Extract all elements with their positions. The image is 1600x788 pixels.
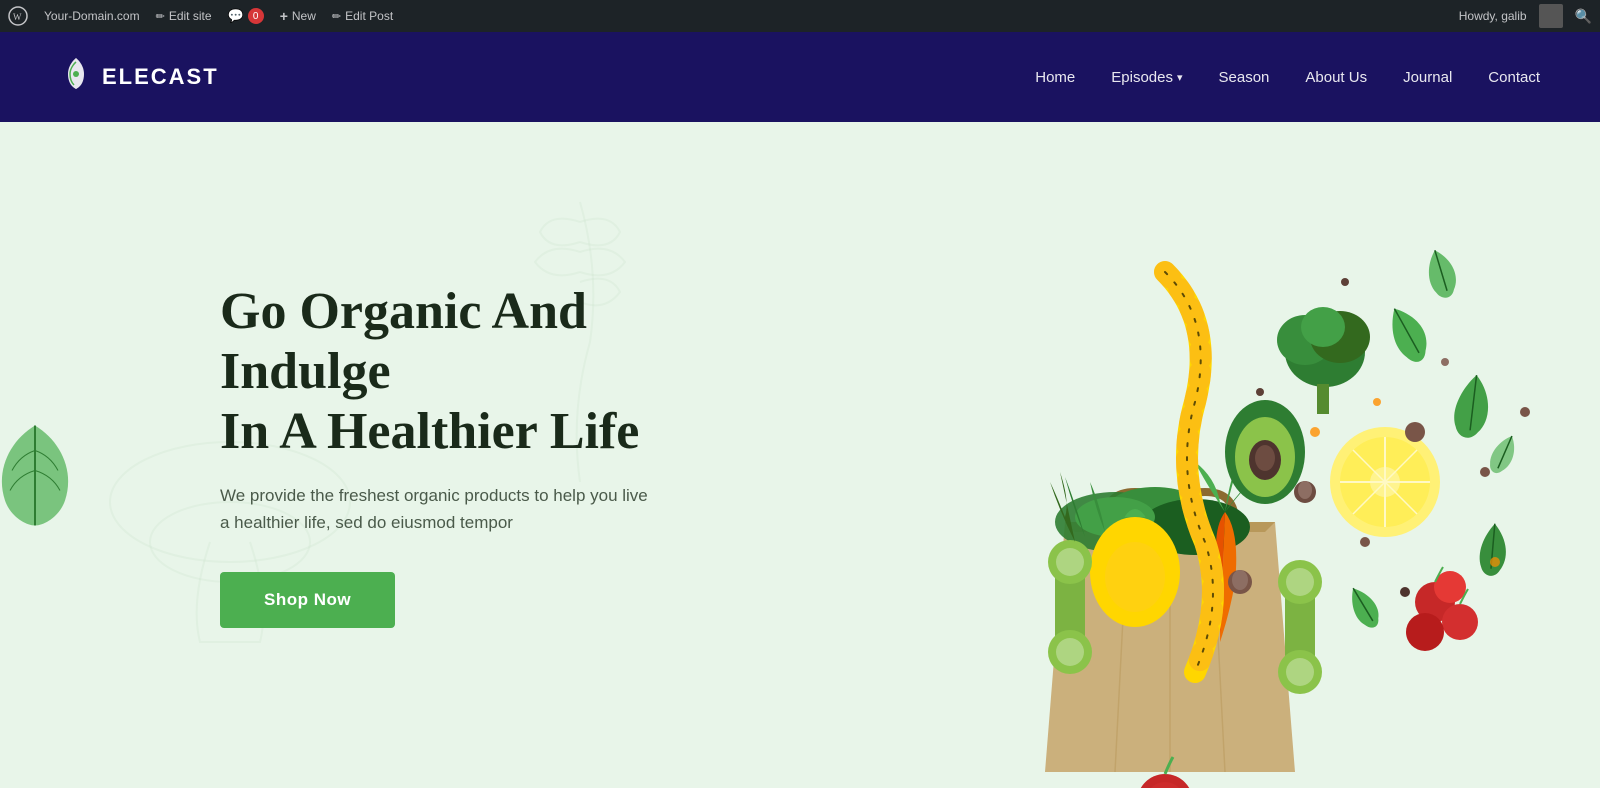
nav-journal[interactable]: Journal: [1403, 69, 1452, 86]
admin-site-name[interactable]: Your-Domain.com: [44, 9, 140, 23]
nav-episodes[interactable]: Episodes ▾: [1111, 69, 1182, 86]
admin-edit-post[interactable]: ✏ Edit Post: [332, 9, 393, 23]
svg-text:W: W: [13, 12, 22, 22]
admin-howdy: Howdy, galib: [1459, 9, 1527, 23]
shop-now-button[interactable]: Shop Now: [220, 572, 395, 628]
admin-bar: W Your-Domain.com ✏ Edit site 💬 0 + New …: [0, 0, 1600, 32]
hero-subtitle: We provide the freshest organic products…: [220, 482, 660, 536]
hero-food-image: [750, 122, 1600, 788]
admin-new[interactable]: + New: [280, 8, 316, 24]
logo-text: ELECAST: [102, 64, 219, 90]
admin-search-icon[interactable]: 🔍: [1575, 8, 1592, 25]
site-nav: Home Episodes ▾ Season About Us Journal …: [1035, 69, 1540, 86]
admin-edit-site[interactable]: ✏ Edit site: [156, 9, 212, 23]
hero-content: Go Organic And Indulge In A Healthier Li…: [0, 282, 700, 628]
hero-title: Go Organic And Indulge In A Healthier Li…: [220, 282, 700, 461]
nav-contact[interactable]: Contact: [1488, 69, 1540, 86]
chevron-down-icon: ▾: [1177, 71, 1183, 84]
admin-bar-right: Howdy, galib 🔍: [1459, 4, 1592, 28]
logo-icon: [60, 56, 92, 99]
site-logo[interactable]: ELECAST: [60, 56, 219, 99]
site-header: ELECAST Home Episodes ▾ Season About Us …: [0, 32, 1600, 122]
hero-section: Go Organic And Indulge In A Healthier Li…: [0, 122, 1600, 788]
nav-season[interactable]: Season: [1219, 69, 1270, 86]
admin-comments[interactable]: 💬 0: [228, 8, 264, 24]
nav-about-us[interactable]: About Us: [1305, 69, 1367, 86]
nav-home[interactable]: Home: [1035, 69, 1075, 86]
admin-wp-logo[interactable]: W: [8, 6, 28, 26]
